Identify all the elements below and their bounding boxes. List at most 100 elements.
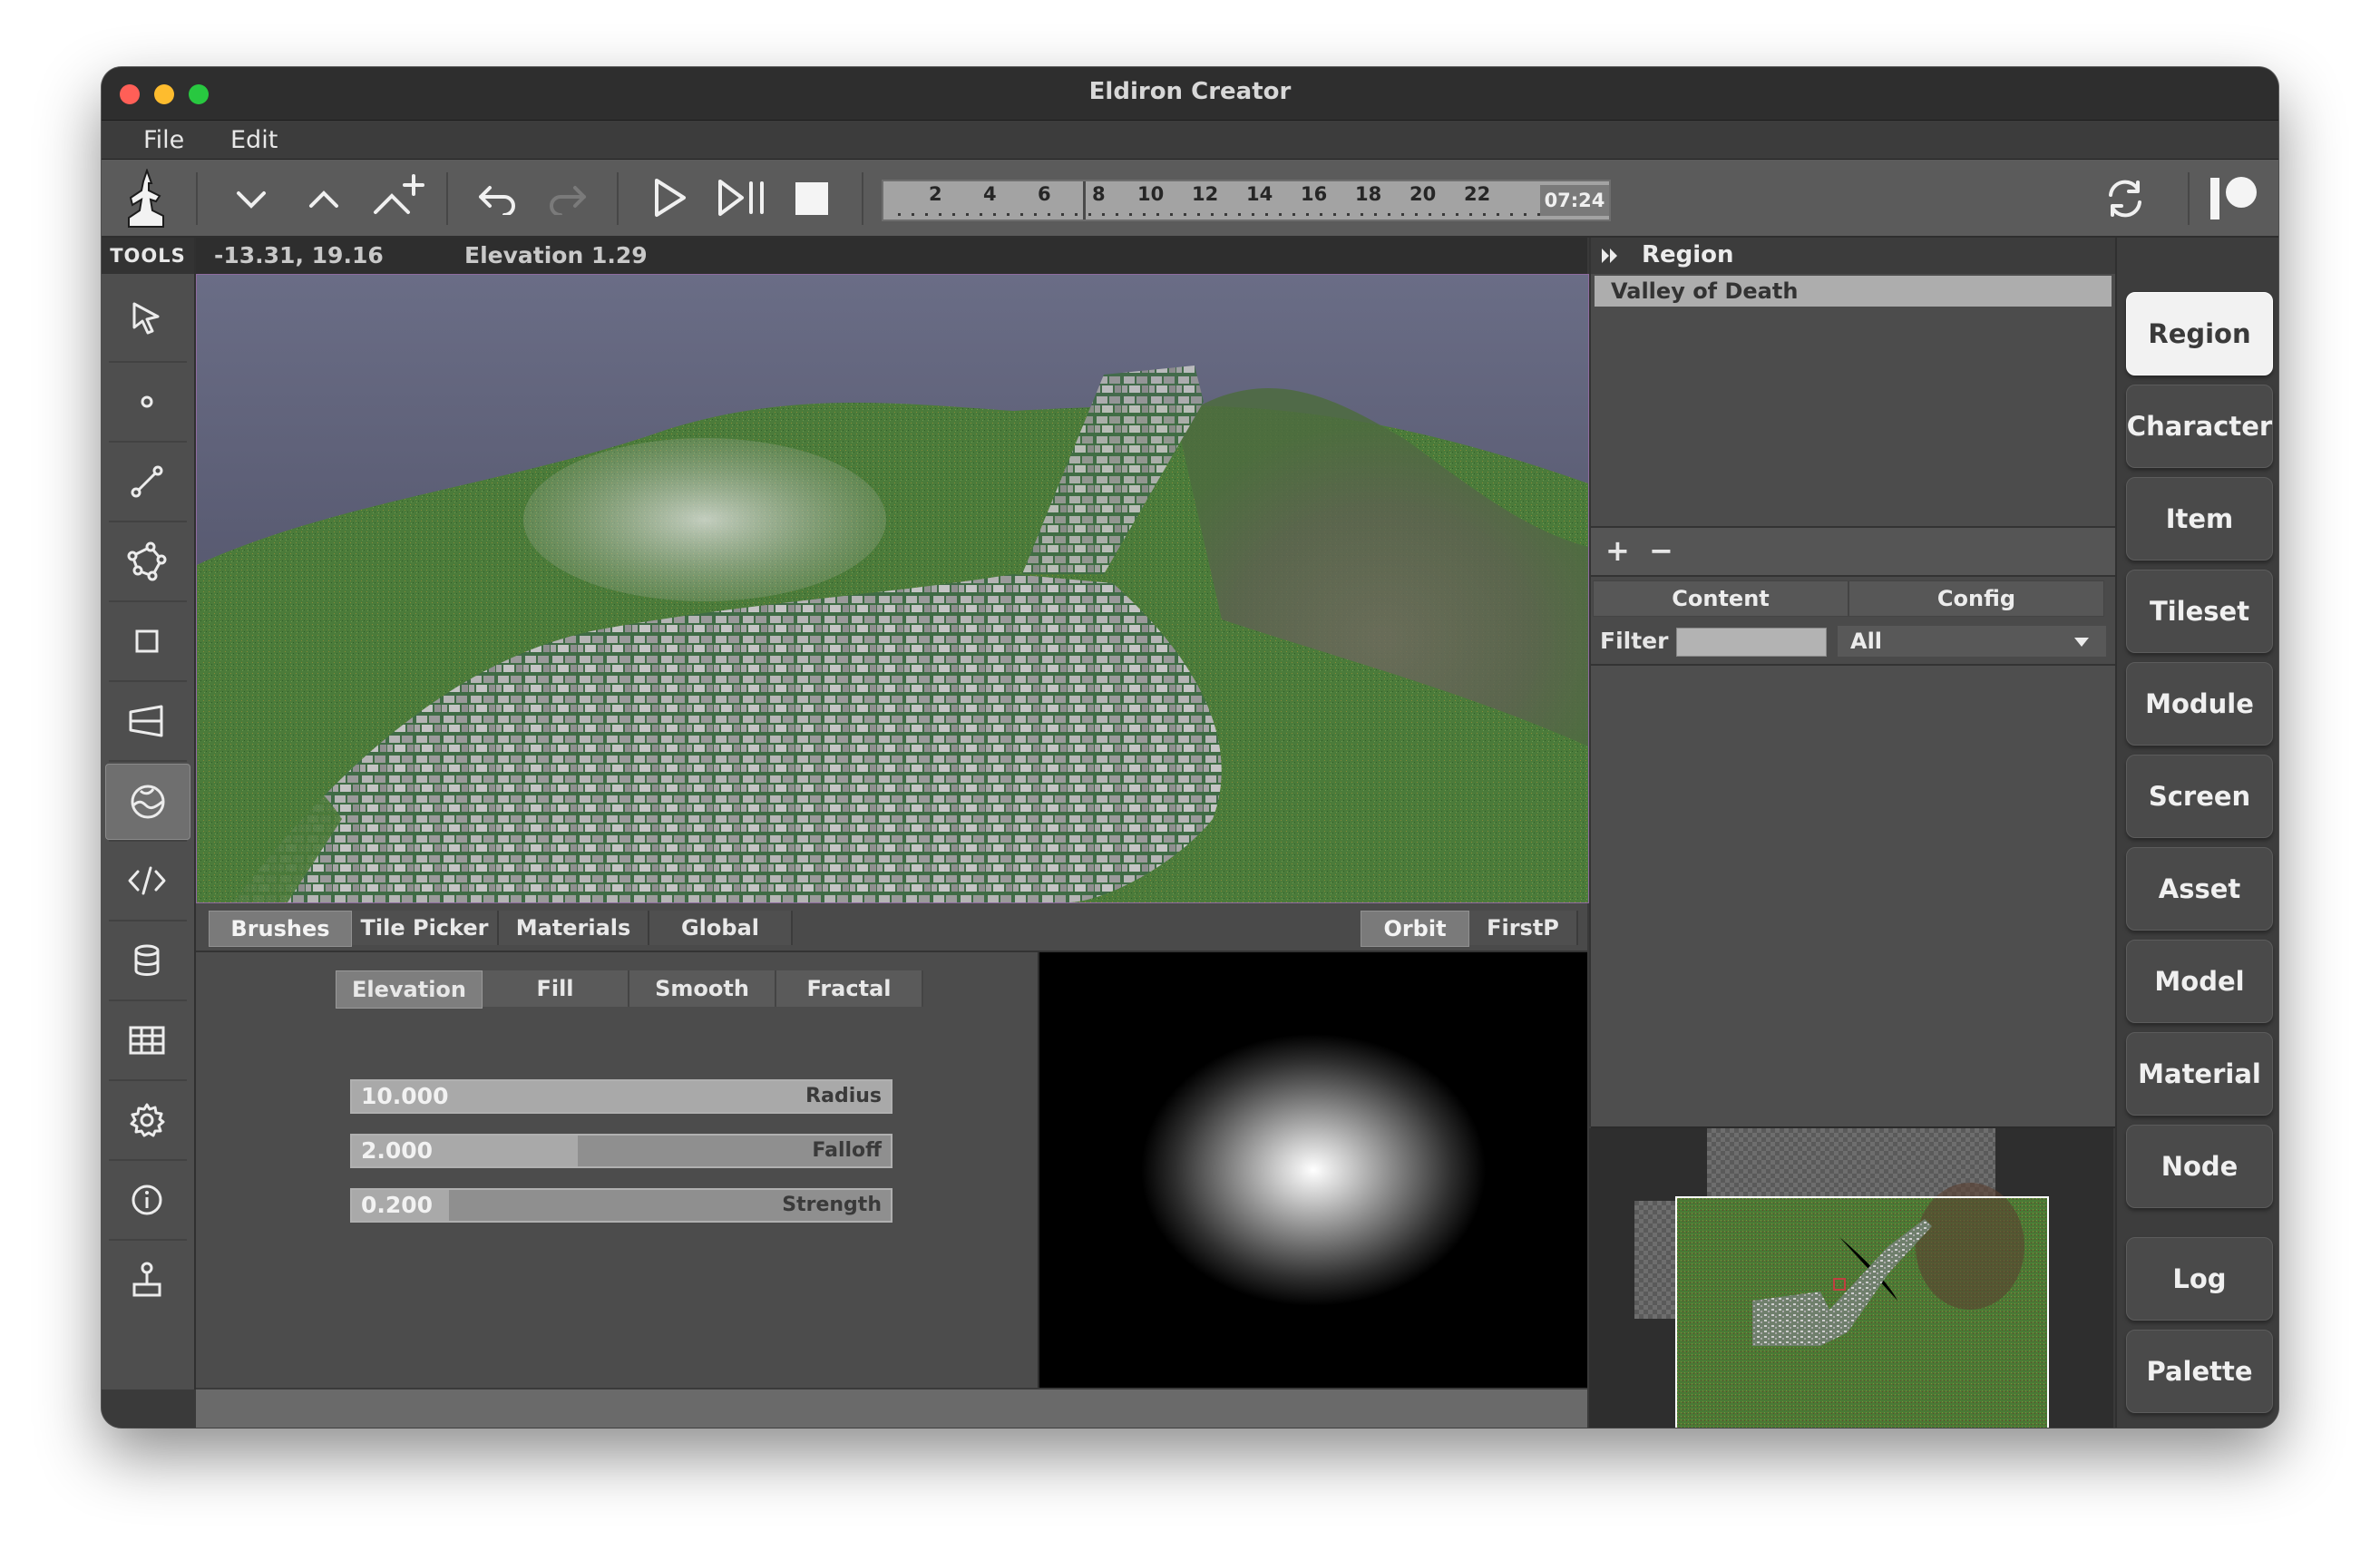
nav-region[interactable]: Region <box>2126 292 2273 375</box>
strength-value: 0.200 <box>361 1192 434 1218</box>
nav-asset[interactable]: Asset <box>2126 847 2273 931</box>
add-region-button[interactable]: + <box>1605 533 1630 568</box>
timeline-slider[interactable]: 2 4 6 8 10 12 14 16 18 20 22 07:24 <box>882 180 1611 221</box>
tools-panel: TOOLS <box>102 238 196 1389</box>
mode-fractal[interactable]: Fractal <box>776 970 923 1007</box>
settings-tool-button[interactable] <box>105 1083 189 1157</box>
timeline-cursor[interactable] <box>1083 181 1086 219</box>
info-tool-button[interactable] <box>105 1163 189 1237</box>
timeline-minor-tick <box>1306 213 1309 216</box>
timeline-minor-tick <box>1252 213 1254 216</box>
sector-tool-button[interactable] <box>105 524 189 599</box>
rect-tool-button[interactable] <box>105 604 189 678</box>
nav-character[interactable]: Character <box>2126 385 2273 468</box>
eldiron-logo-icon <box>114 167 180 230</box>
region-list-item[interactable]: Valley of Death <box>1595 276 2112 307</box>
tab-brushes[interactable]: Brushes <box>209 911 352 947</box>
timeline-minor-tick <box>1061 213 1064 216</box>
filter-input[interactable] <box>1676 628 1827 657</box>
mode-elevation[interactable]: Elevation <box>336 970 483 1009</box>
select-tool-button[interactable] <box>105 281 189 356</box>
tab-orbit[interactable]: Orbit <box>1361 911 1469 947</box>
remove-region-button[interactable]: − <box>1649 533 1673 568</box>
tab-firstp[interactable]: FirstP <box>1469 911 1578 945</box>
region-add-remove-bar: + − <box>1591 528 2115 577</box>
nav-node[interactable]: Node <box>2126 1125 2273 1208</box>
tab-materials[interactable]: Materials <box>499 911 649 945</box>
undo-icon[interactable] <box>473 176 521 221</box>
chevron-up-icon[interactable] <box>301 176 346 221</box>
chevron-down-icon[interactable] <box>229 176 274 221</box>
timeline-minor-tick <box>1170 213 1173 216</box>
tab-global[interactable]: Global <box>649 911 793 945</box>
falloff-slider[interactable]: 2.000 Falloff <box>350 1134 892 1168</box>
nav-item[interactable]: Item <box>2126 477 2273 561</box>
cursor-coordinates: -13.31, 19.16 <box>214 242 384 268</box>
refresh-icon[interactable] <box>2101 174 2150 223</box>
menu-file[interactable]: File <box>143 126 184 154</box>
timeline-minor-tick <box>1184 213 1186 216</box>
tileset-tool-button[interactable] <box>105 684 189 758</box>
stop-icon[interactable] <box>789 176 834 221</box>
brush-settings-panel: Elevation Fill Smooth Fractal 10.000 Rad… <box>196 952 1039 1388</box>
dropdown-arrow-icon <box>2074 638 2089 647</box>
dot-icon <box>141 395 153 408</box>
line-icon <box>131 465 163 498</box>
info-icon <box>132 1185 162 1215</box>
nav-module[interactable]: Module <box>2126 662 2273 746</box>
window-title: Eldiron Creator <box>1088 78 1292 105</box>
timeline-minor-tick <box>1537 213 1540 216</box>
filter-dropdown[interactable]: All <box>1838 626 2106 657</box>
timeline-minor-tick <box>1156 213 1159 216</box>
mode-smooth[interactable]: Smooth <box>629 970 776 1007</box>
step-icon[interactable] <box>715 174 769 221</box>
side-navigation: Region Character Item Tileset Module Scr… <box>2115 238 2278 1428</box>
grid-icon <box>129 1026 165 1055</box>
radius-slider[interactable]: 10.000 Radius <box>350 1079 892 1114</box>
linedef-tool-button[interactable] <box>105 444 189 519</box>
nav-palette[interactable]: Palette <box>2126 1330 2273 1413</box>
menu-edit[interactable]: Edit <box>230 126 278 154</box>
vertex-tool-button[interactable] <box>105 365 189 439</box>
filter-dropdown-value: All <box>1850 629 1883 654</box>
timeline-minor-tick <box>980 213 982 216</box>
tab-content[interactable]: Content <box>1593 580 1848 617</box>
nav-screen[interactable]: Screen <box>2126 755 2273 838</box>
grid-tool-button[interactable] <box>105 1003 189 1077</box>
menu-bar: File Edit <box>102 121 2278 160</box>
mode-fill[interactable]: Fill <box>483 970 629 1007</box>
timeline-minor-tick <box>939 213 941 216</box>
app-window: Eldiron Creator File Edit 2 4 6 8 10 12 … <box>102 67 2278 1428</box>
play-icon[interactable] <box>646 174 693 221</box>
game-tool-button[interactable] <box>105 1243 189 1317</box>
timeline-minor-tick <box>1007 213 1010 216</box>
content-list[interactable] <box>1591 666 2115 1128</box>
redo-icon[interactable] <box>544 176 591 221</box>
tab-tile-picker[interactable]: Tile Picker <box>352 911 499 945</box>
data-tool-button[interactable] <box>105 923 189 998</box>
terrain-tool-button[interactable] <box>105 764 190 840</box>
chevron-up-plus-icon[interactable] <box>370 169 428 225</box>
timeline-tick: 6 <box>1038 183 1051 205</box>
code-tool-button[interactable] <box>105 843 189 918</box>
timeline-tick: 10 <box>1137 183 1165 205</box>
radius-value: 10.000 <box>361 1083 449 1109</box>
nav-model[interactable]: Model <box>2126 940 2273 1023</box>
tab-config[interactable]: Config <box>1848 580 2104 617</box>
region-panel: Region Valley of Death + − Content Confi… <box>1589 238 2115 1128</box>
nav-log[interactable]: Log <box>2126 1237 2273 1321</box>
perspective-icon <box>129 705 163 737</box>
timeline-minor-tick <box>1510 213 1513 216</box>
patreon-icon[interactable] <box>2204 171 2264 225</box>
timeline-minor-tick <box>1292 213 1295 216</box>
timeline-minor-tick <box>1483 213 1486 216</box>
timeline-tick: 2 <box>929 183 942 205</box>
timeline-minor-tick <box>1456 213 1458 216</box>
nav-tileset[interactable]: Tileset <box>2126 570 2273 653</box>
brush-falloff-preview <box>1039 952 1587 1388</box>
nav-material[interactable]: Material <box>2126 1032 2273 1116</box>
strength-slider[interactable]: 0.200 Strength <box>350 1188 892 1223</box>
3d-viewport[interactable] <box>196 274 1589 903</box>
minimap[interactable] <box>1589 1128 2113 1428</box>
collapse-arrows-icon[interactable] <box>1600 247 1620 265</box>
